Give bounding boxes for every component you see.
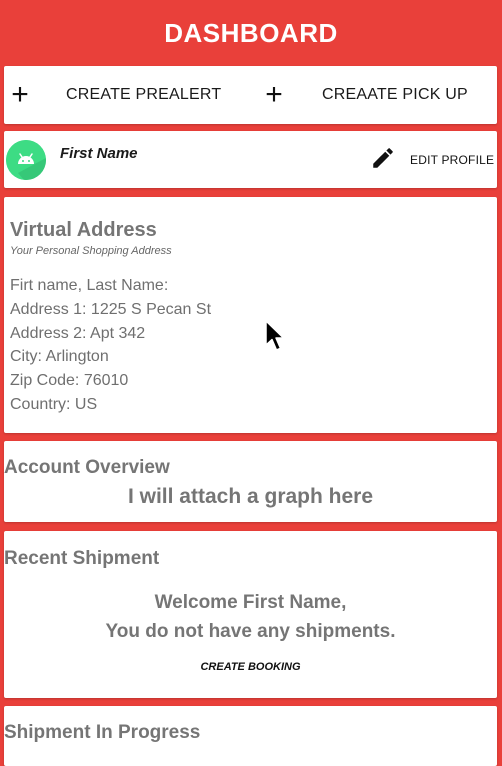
virtual-address-card: Virtual Address Your Personal Shopping A… — [4, 197, 497, 433]
create-booking-button[interactable]: CREATE BOOKING — [4, 661, 497, 673]
create-pickup-button[interactable]: + CREAATE PICK UP — [264, 66, 468, 124]
welcome-text: Welcome First Name, — [154, 592, 347, 613]
quick-actions-card: + CREATE PREALERT + CREAATE PICK UP — [4, 66, 497, 124]
recent-shipment-card: Recent Shipment Welcome First Name, You … — [4, 531, 497, 698]
mouse-pointer — [264, 320, 285, 357]
pencil-icon — [370, 145, 396, 176]
create-prealert-button[interactable]: + CREATE PREALERT — [10, 66, 221, 124]
address-city: City: Arlington — [10, 348, 109, 366]
plus-icon: + — [11, 78, 29, 111]
address-line-1: Address 1: 1225 S Pecan St — [10, 300, 212, 318]
shipment-in-progress-card: Shipment In Progress — [4, 706, 497, 766]
address-zip: Zip Code: 76010 — [10, 372, 129, 390]
edit-profile-label: EDIT PROFILE — [410, 153, 495, 167]
create-prealert-label: CREATE PREALERT — [66, 86, 222, 103]
virtual-address-subtitle: Your Personal Shopping Address — [10, 245, 172, 257]
shipment-in-progress-title: Shipment In Progress — [4, 722, 201, 743]
graph-placeholder-text: I will attach a graph here — [127, 485, 374, 508]
address-name-line: Firt name, Last Name: — [10, 277, 169, 294]
no-shipments-text: You do not have any shipments. — [105, 621, 396, 642]
create-pickup-label: CREAATE PICK UP — [322, 86, 468, 103]
virtual-address-title: Virtual Address — [10, 219, 157, 241]
android-icon — [6, 140, 46, 180]
app-bar: DASHBOARD — [0, 0, 502, 66]
account-overview-card: Account Overview I will attach a graph h… — [4, 441, 497, 522]
profile-name: First Name — [60, 145, 138, 162]
profile-card: First Name EDIT PROFILE — [4, 131, 497, 188]
address-line-2: Address 2: Apt 342 — [10, 324, 146, 342]
address-lines: Firt name, Last Name: Address 1: 1225 S … — [10, 274, 211, 417]
recent-shipment-title: Recent Shipment — [4, 548, 160, 569]
plus-icon: + — [265, 78, 283, 111]
edit-profile-button[interactable]: EDIT PROFILE — [370, 147, 494, 173]
empty-shipments-message: Welcome First Name, You do not have any … — [4, 588, 497, 646]
page-title: DASHBOARD — [164, 17, 338, 48]
address-country: Country: US — [10, 395, 98, 413]
account-overview-title: Account Overview — [4, 457, 170, 478]
